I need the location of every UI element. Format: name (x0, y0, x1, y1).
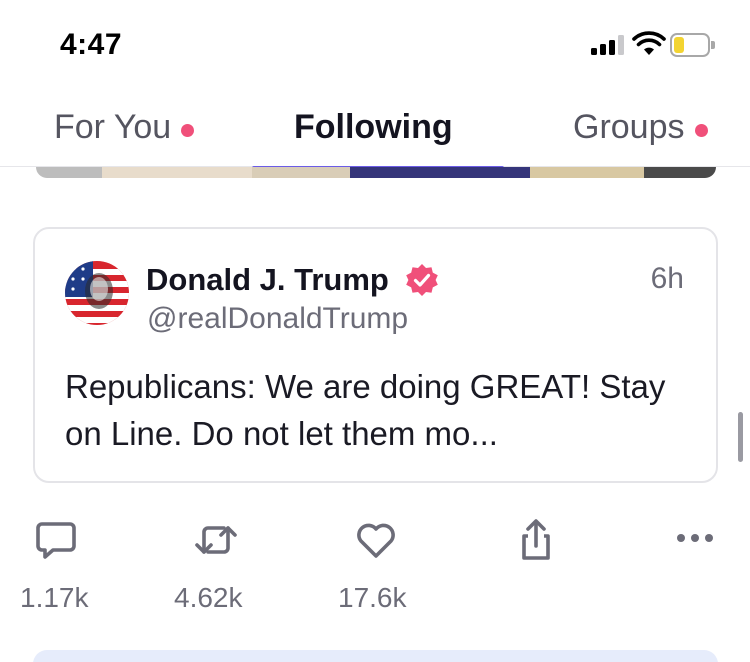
post-action-bar: 1.17k 4.62k 17.6k (0, 510, 750, 620)
previous-post-media[interactable] (36, 167, 716, 178)
tab-groups[interactable]: Groups (573, 108, 708, 166)
battery-icon (670, 33, 715, 57)
verified-badge-icon (406, 264, 438, 296)
repost-icon (195, 526, 237, 554)
status-time: 4:47 (60, 28, 123, 61)
feed-tabs: For You Following Groups (0, 108, 750, 166)
share-icon (522, 519, 550, 560)
post-text[interactable]: Republicans: We are doing GREAT! Stay on… (65, 363, 705, 457)
signal-icon (591, 35, 625, 55)
app-screen: 4:47 For You Following Groups Donald J. … (0, 0, 750, 662)
notification-dot (694, 124, 708, 137)
quoted-post-card[interactable]: Donald J. Trump @realDonaldTrump 6h Repu… (33, 227, 718, 483)
tab-label: For You (54, 108, 172, 146)
tab-following[interactable]: Following (294, 108, 453, 166)
wifi-icon (632, 31, 666, 55)
avatar[interactable] (65, 261, 129, 325)
repost-count: 4.62k (174, 582, 243, 613)
next-post-card[interactable] (33, 650, 718, 662)
notification-dot (181, 124, 195, 137)
comment-icon (36, 522, 76, 559)
author-name[interactable]: Donald J. Trump (146, 262, 389, 298)
tab-label: Following (294, 108, 453, 146)
status-bar: 4:47 (0, 0, 750, 90)
post-timestamp: 6h (650, 262, 684, 295)
reply-count: 1.17k (20, 582, 89, 613)
more-icon[interactable] (675, 530, 715, 546)
scrollbar[interactable] (738, 412, 743, 462)
heart-icon (357, 523, 395, 558)
tab-label: Groups (573, 108, 685, 146)
tab-for-you[interactable]: For You (54, 108, 195, 166)
author-handle[interactable]: @realDonaldTrump (147, 302, 408, 336)
like-count: 17.6k (338, 582, 407, 613)
